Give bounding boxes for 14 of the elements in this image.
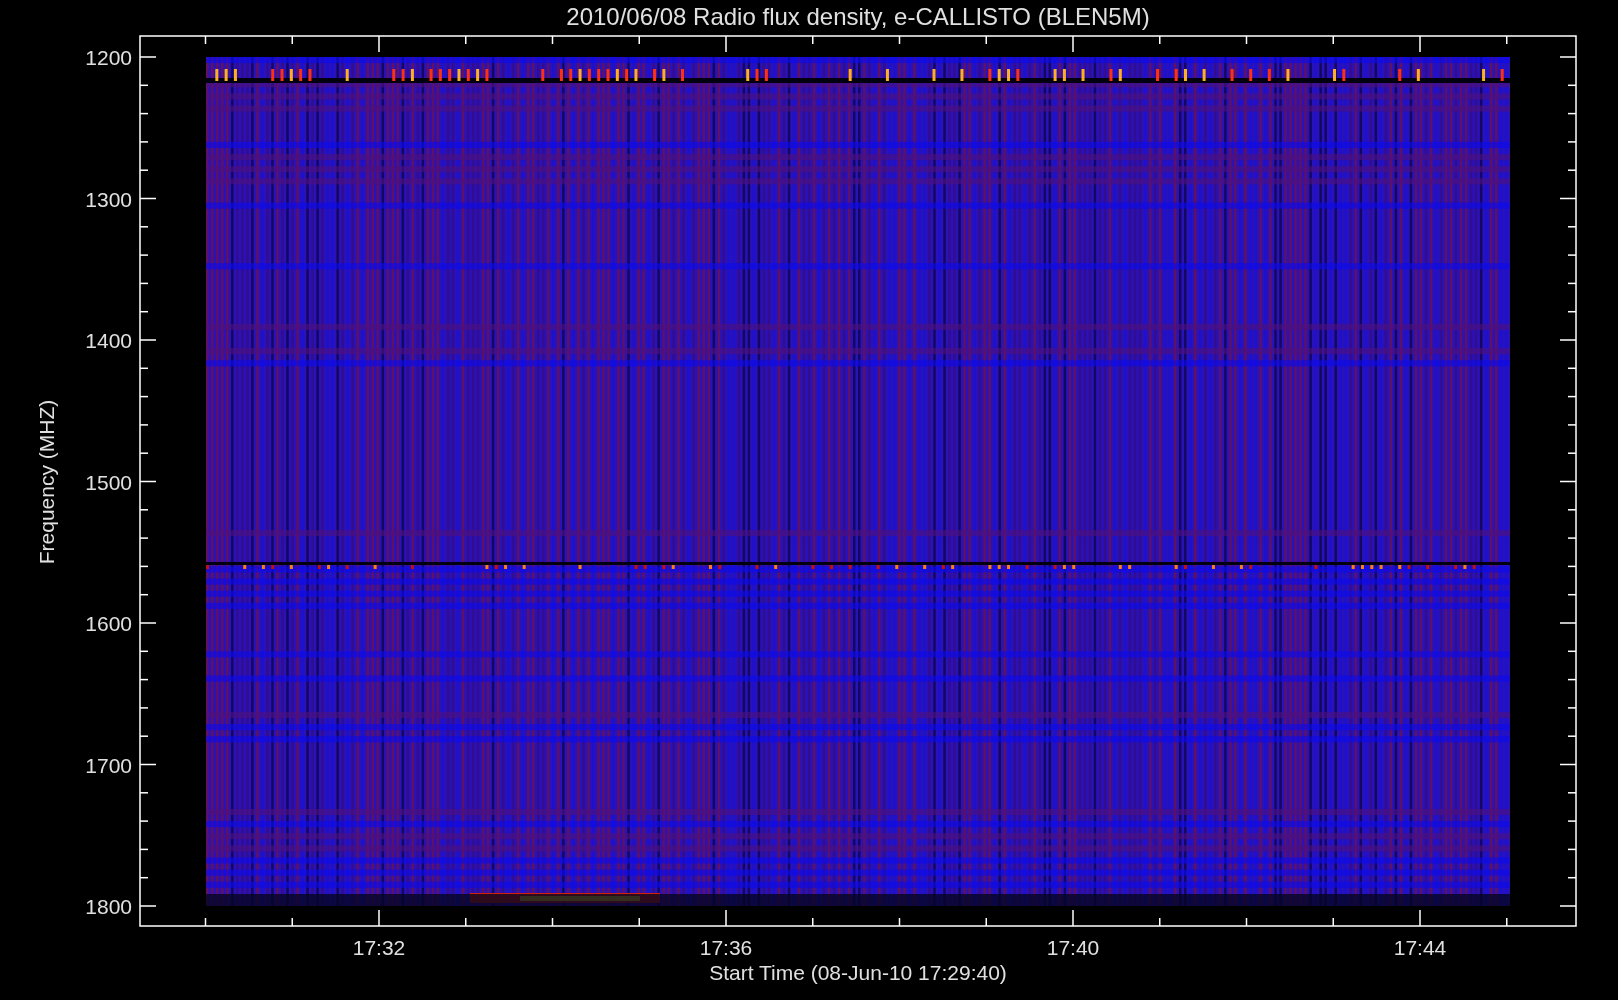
x-tick-label: 17:36 (699, 936, 753, 959)
x-tick-label: 17:32 (352, 936, 406, 959)
y-tick-label: 1500 (85, 470, 132, 494)
y-tick-label: 1700 (85, 753, 132, 777)
y-tick-label: 1200 (85, 46, 132, 69)
plot-title: 2010/06/08 Radio flux density, e-CALLISTO (BLEN5M) (566, 3, 1150, 30)
x-tick-label: 17:40 (1046, 936, 1100, 959)
y-tick-label: 1600 (85, 612, 132, 635)
y-axis-label: Frequency (MHZ) (35, 399, 58, 565)
x-tick-label: 17:44 (1393, 936, 1447, 959)
y-tick-label: 1800 (85, 895, 132, 918)
y-tick-label: 1400 (85, 329, 132, 352)
y-tick-label: 1300 (85, 187, 132, 211)
x-axis-label: Start Time (08-Jun-10 17:29:40) (709, 961, 1007, 984)
